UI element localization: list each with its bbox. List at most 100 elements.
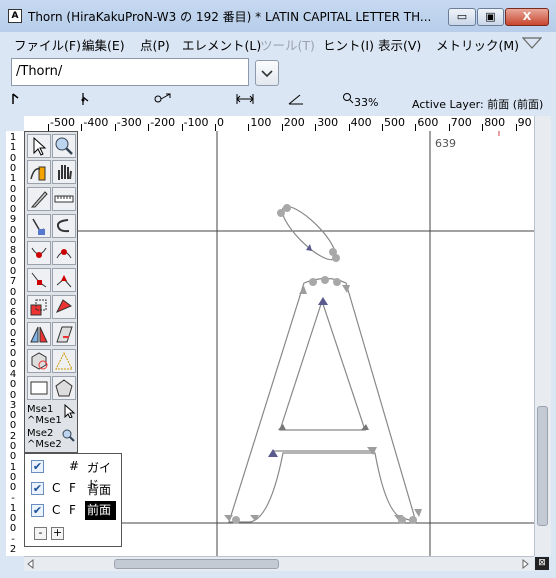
point-offset-icon (154, 93, 171, 103)
ruler-tick (114, 124, 116, 131)
glyph-path-field[interactable]: /Thorn/ (11, 58, 249, 86)
contour-point (398, 516, 406, 524)
layer-row-guide[interactable]: ✔ # ガイド (25, 457, 121, 492)
add-layer-button[interactable]: + (51, 527, 64, 540)
horizontal-scroll-thumb[interactable] (114, 559, 279, 569)
ruler-label: 2 (9, 544, 17, 555)
title-bar[interactable]: A Thorn (HiraKakuProN-W3 の 192 番目) * LAT… (0, 0, 556, 32)
skew-tool-icon[interactable] (52, 322, 76, 346)
ctrl-mouse1-label: ^Mse1 (27, 415, 62, 426)
menu-tools[interactable]: ツール(T) (260, 35, 315, 54)
ruler-tick (81, 124, 83, 131)
ruler-tick (215, 124, 216, 131)
layer-cubic-flag: C (52, 481, 61, 495)
distance-icon (236, 94, 254, 104)
relative-position-icon (81, 93, 89, 105)
scroll-left-icon[interactable] (26, 559, 34, 569)
ruler-label: 800 (484, 116, 506, 129)
polygon-tool-icon[interactable] (52, 376, 76, 400)
menu-view[interactable]: 表示(V) (378, 35, 421, 54)
ruler-label: 0 (9, 482, 17, 494)
3d-rotate-tool-icon[interactable] (27, 349, 51, 373)
menu-hints[interactable]: ヒント(I) (323, 35, 374, 54)
tangent-point-tool-icon[interactable] (52, 268, 76, 292)
rotate-tool-icon[interactable] (52, 295, 76, 319)
menu-point[interactable]: 点(P) (140, 35, 170, 54)
ruler-tick (48, 124, 49, 131)
curve-point-tool-icon[interactable] (27, 241, 51, 265)
vertical-scrollbar[interactable] (534, 116, 551, 556)
mouse1-label: Mse1 (27, 404, 54, 415)
ruler-label: -200 (150, 116, 176, 129)
ruler-label: - (11, 492, 15, 504)
ruler-label: 0 (217, 116, 224, 129)
layer-fore-flag: # (69, 459, 80, 473)
menu-edit[interactable]: 編集(E) (82, 35, 125, 54)
ruler-label: 0 (9, 317, 17, 329)
tool-palette: Mse1 ^Mse1 Mse2 ^Mse2 (24, 131, 78, 453)
pen-tool-icon[interactable] (27, 214, 51, 238)
layer-name[interactable]: 背面 (87, 481, 111, 498)
flip-tool-icon[interactable] (27, 322, 51, 346)
ruler-label: 100 (250, 116, 272, 129)
angle-icon (288, 94, 303, 105)
ruler-label: 0 (9, 420, 17, 432)
freehand-tool-icon[interactable] (27, 160, 51, 184)
spiro-tool-icon[interactable] (52, 214, 76, 238)
vertical-scroll-thumb[interactable] (537, 406, 548, 526)
ruler-label: 9 (9, 214, 17, 226)
contour-point (232, 516, 240, 524)
corner-point-tool-icon[interactable] (27, 268, 51, 292)
knife-tool-icon[interactable] (27, 187, 51, 211)
ruler-label: 7 (9, 276, 17, 288)
contour-point (409, 516, 417, 524)
horizontal-scrollbar[interactable] (24, 556, 534, 571)
ruler-tick (448, 124, 450, 131)
menu-bar: ファイル(F) 編集(E) 点(P) エレメント(L) ツール(T) ヒント(I… (8, 32, 548, 54)
layer-row-background[interactable]: ✔ C F 背面 (25, 479, 121, 499)
ruler-label: -300 (116, 116, 142, 129)
rectangle-tool-icon[interactable] (27, 376, 51, 400)
pointer-tool-icon[interactable] (27, 134, 51, 158)
ruler-label: 1 (9, 142, 17, 154)
layer-visible-checkbox[interactable]: ✔ (31, 482, 44, 495)
ruler-label: 0 (9, 348, 17, 360)
layer-row-foreground[interactable]: ✔ C F 前面 (25, 501, 121, 521)
ruler-tick (415, 124, 417, 131)
ruler-tick (348, 124, 350, 131)
ruler-tool-icon[interactable] (52, 187, 76, 211)
contour-point (333, 278, 341, 286)
advance-width-label: 639 (435, 137, 456, 150)
menu-overflow-icon[interactable] (522, 36, 542, 50)
minimize-button[interactable]: ▭ (448, 8, 476, 26)
mouse2-label: Mse2 (27, 428, 54, 439)
menu-metrics[interactable]: メトリック(M) (436, 35, 519, 54)
layer-visible-checkbox[interactable]: ✔ (31, 460, 44, 473)
layer-fore-flag: F (69, 503, 76, 517)
corner-point (414, 509, 422, 517)
ctrl-mouse2-label: ^Mse2 (27, 439, 62, 450)
hv-curve-tool-icon[interactable] (52, 241, 76, 265)
menu-file[interactable]: ファイル(F) (14, 35, 81, 54)
ruler-label: 0 (9, 389, 17, 401)
perspective-tool-icon[interactable] (52, 349, 76, 373)
fontforge-window: A Thorn (HiraKakuProN-W3 の 192 番目) * LAT… (0, 0, 556, 578)
zoom-icon (343, 93, 354, 104)
magnify-tool-icon[interactable] (52, 134, 76, 158)
resize-grip-icon[interactable]: ⊠ (535, 557, 549, 570)
ruler-label: 0 (9, 379, 17, 391)
menu-element[interactable]: エレメント(L) (182, 35, 261, 54)
ruler-label: -100 (183, 116, 209, 129)
scroll-right-icon[interactable] (522, 559, 530, 569)
scale-tool-icon[interactable] (27, 295, 51, 319)
layer-visible-checkbox[interactable]: ✔ (31, 504, 44, 517)
ruler-label: 0 (9, 451, 17, 463)
remove-layer-button[interactable]: - (34, 527, 47, 540)
close-button[interactable]: X (505, 8, 549, 26)
scroll-hand-tool-icon[interactable] (52, 160, 76, 184)
layer-name[interactable]: 前面 (85, 501, 117, 520)
ruler-label: 0 (9, 523, 17, 535)
ruler-label: 600 (417, 116, 439, 129)
maximize-button[interactable]: ▣ (477, 8, 504, 26)
path-dropdown-button[interactable] (255, 60, 279, 86)
